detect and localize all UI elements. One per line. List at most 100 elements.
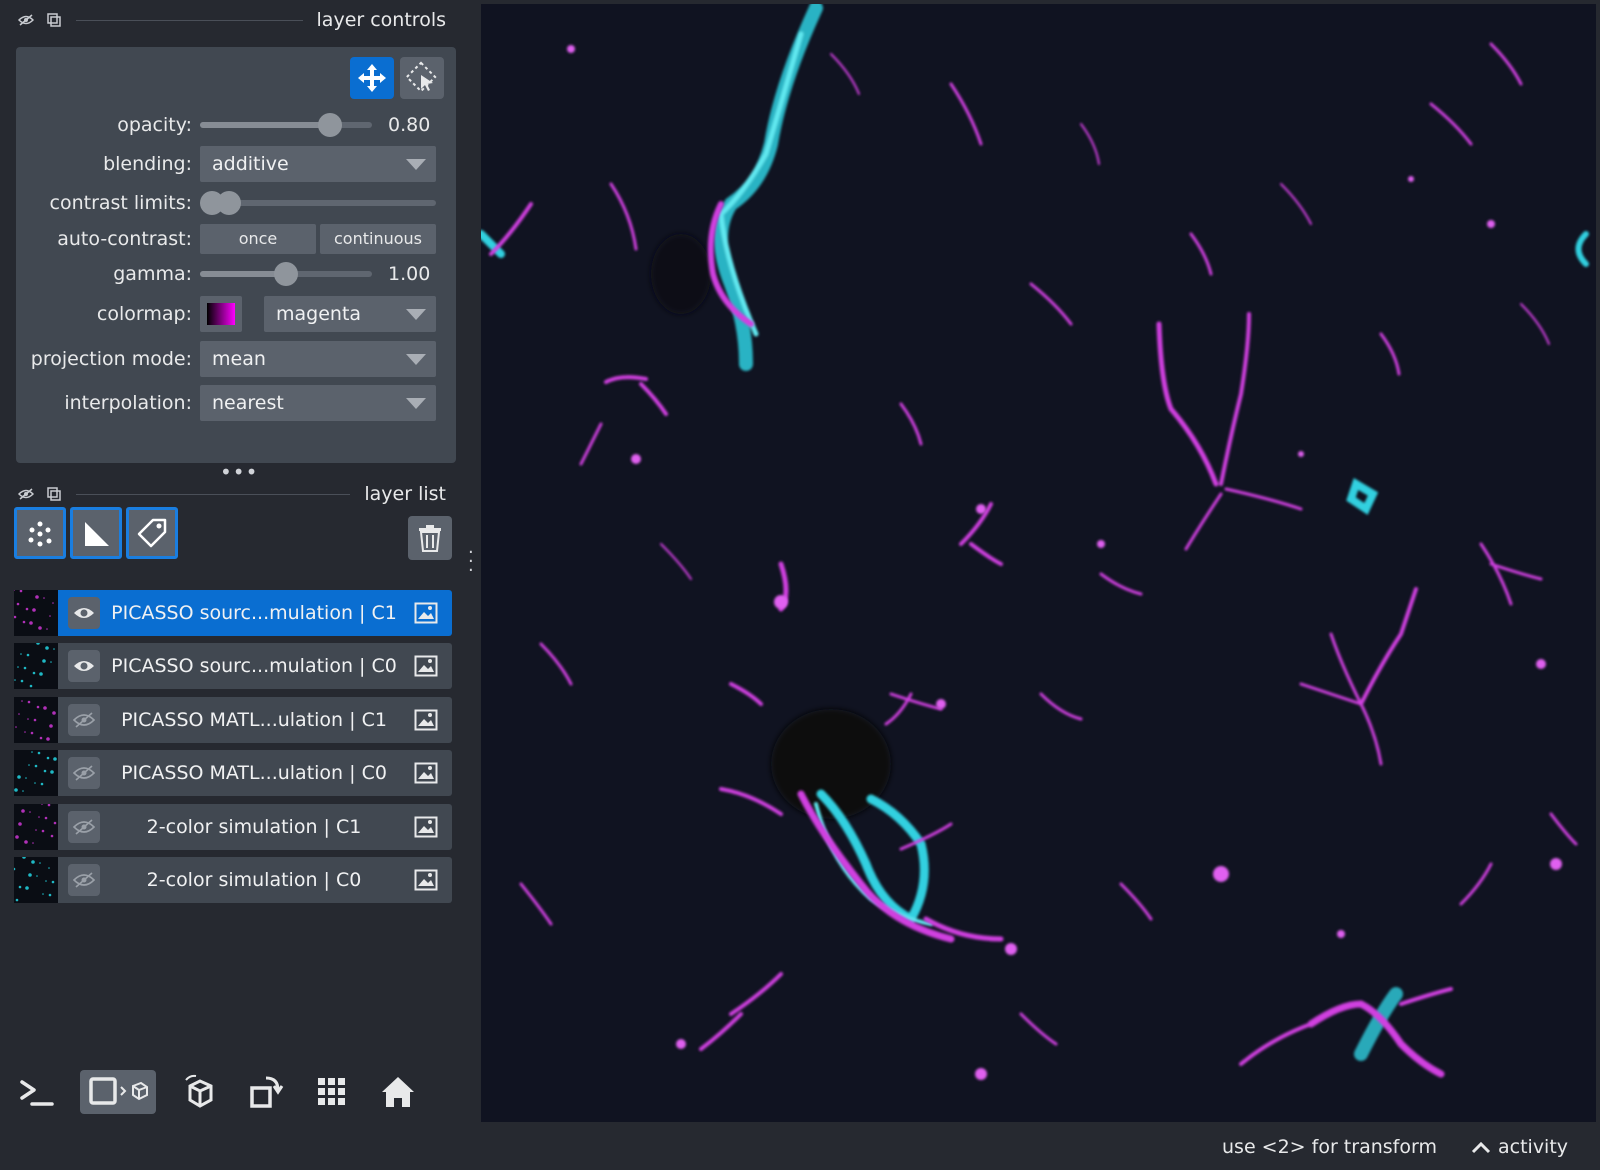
- layer-name[interactable]: PICASSO MATL...ulation | C0: [108, 750, 400, 796]
- console-button[interactable]: [14, 1070, 58, 1114]
- layer-row[interactable]: PICASSO sourc...mulation | C0: [14, 643, 452, 689]
- opacity-label: opacity:: [117, 114, 192, 136]
- toggle-ndisplay-button[interactable]: [80, 1070, 156, 1114]
- opacity-slider-handle[interactable]: [318, 113, 343, 137]
- opacity-row: opacity: 0.80: [16, 107, 456, 143]
- grid-icon: [318, 1078, 345, 1105]
- layer-name[interactable]: 2-color simulation | C0: [108, 857, 400, 903]
- reset-view-button[interactable]: [376, 1070, 420, 1114]
- points-icon: [28, 521, 52, 547]
- image-layer-icon: [414, 869, 438, 891]
- visibility-toggle[interactable]: [68, 811, 100, 843]
- colormap-preview-button[interactable]: [200, 296, 242, 332]
- colormap-swatch: [207, 303, 235, 325]
- visibility-toggle[interactable]: [68, 650, 100, 682]
- visibility-toggle[interactable]: [68, 864, 100, 896]
- opacity-slider[interactable]: [200, 113, 372, 137]
- roll-dimensions-button[interactable]: [178, 1070, 222, 1114]
- select-transform-icon: [405, 61, 437, 93]
- napari-window: layer controls opacity: 0.80 blending: a…: [0, 0, 1600, 1170]
- visibility-toggle[interactable]: [68, 757, 100, 789]
- vertical-splitter-handle[interactable]: · · ·: [468, 544, 474, 580]
- pan-zoom-mode-button[interactable]: [350, 57, 394, 99]
- layer-item-bar[interactable]: PICASSO MATL...ulation | C0: [58, 750, 452, 796]
- opacity-value: 0.80: [388, 114, 431, 136]
- chevron-down-icon: [406, 159, 426, 170]
- layer-thumbnail: [14, 804, 58, 850]
- grid-view-button[interactable]: [310, 1070, 354, 1114]
- float-panel-icon[interactable]: [40, 480, 68, 508]
- layer-row[interactable]: 2-color simulation | C1: [14, 804, 452, 850]
- layer-thumbnail: [14, 643, 58, 689]
- chevron-up-icon: [1471, 1141, 1491, 1154]
- transpose-dimensions-button[interactable]: [244, 1070, 288, 1114]
- float-panel-icon[interactable]: [40, 6, 68, 34]
- terminal-prompt-icon: [20, 1080, 54, 1106]
- contrast-high-handle[interactable]: [216, 191, 241, 215]
- image-canvas[interactable]: [481, 4, 1596, 1122]
- layer-row[interactable]: PICASSO sourc...mulation | C1: [14, 590, 452, 636]
- layer-name[interactable]: 2-color simulation | C1: [108, 804, 400, 850]
- layer-item-bar[interactable]: 2-color simulation | C0: [58, 857, 452, 903]
- microscopy-image: [481, 4, 1596, 1122]
- layer-thumbnail: [14, 590, 58, 636]
- interpolation-value: nearest: [212, 392, 284, 414]
- blending-dropdown[interactable]: additive: [200, 146, 436, 182]
- eye-icon: [74, 608, 94, 618]
- chevron-down-icon: [406, 398, 426, 409]
- layer-row[interactable]: PICASSO MATL...ulation | C0: [14, 750, 452, 796]
- layer-item-bar[interactable]: PICASSO sourc...mulation | C0: [58, 643, 452, 689]
- colormap-dropdown[interactable]: magenta: [264, 296, 436, 332]
- projection-mode-label: projection mode:: [30, 348, 192, 370]
- layer-row[interactable]: 2-color simulation | C0: [14, 857, 452, 903]
- new-labels-layer-button[interactable]: [126, 507, 178, 559]
- colormap-label: colormap:: [96, 303, 192, 325]
- hide-eye-icon[interactable]: [12, 6, 40, 34]
- auto-contrast-continuous-button[interactable]: continuous: [320, 224, 436, 254]
- colormap-row: colormap: magenta: [16, 296, 456, 332]
- trash-icon: [419, 525, 441, 552]
- eye-closed-icon: [73, 712, 95, 728]
- delete-layer-button[interactable]: [408, 516, 452, 560]
- auto-contrast-label: auto-contrast:: [57, 228, 192, 250]
- image-layer-icon: [414, 762, 438, 784]
- projection-mode-dropdown[interactable]: mean: [200, 341, 436, 377]
- gamma-label: gamma:: [113, 263, 192, 285]
- layer-name[interactable]: PICASSO MATL...ulation | C1: [108, 697, 400, 743]
- gamma-slider-handle[interactable]: [274, 262, 298, 286]
- activity-button[interactable]: activity: [1470, 1136, 1568, 1158]
- colormap-value: magenta: [276, 303, 362, 325]
- gamma-slider[interactable]: [200, 262, 372, 286]
- header-divider: [76, 19, 303, 21]
- image-layer-icon: [414, 816, 438, 838]
- visibility-toggle[interactable]: [68, 597, 100, 629]
- layer-name[interactable]: PICASSO sourc...mulation | C1: [108, 590, 400, 636]
- new-shapes-layer-button[interactable]: [70, 507, 122, 559]
- opacity-slider-fill: [200, 122, 331, 128]
- layer-item-bar[interactable]: 2-color simulation | C1: [58, 804, 452, 850]
- home-icon: [382, 1077, 414, 1107]
- layer-row[interactable]: PICASSO MATL...ulation | C1: [14, 697, 452, 743]
- layer-name[interactable]: PICASSO sourc...mulation | C0: [108, 643, 400, 689]
- blending-row: blending: additive: [16, 146, 456, 182]
- eye-icon: [74, 661, 94, 671]
- move-arrows-icon: [358, 64, 386, 92]
- layer-item-bar[interactable]: PICASSO sourc...mulation | C1: [58, 590, 452, 636]
- interpolation-dropdown[interactable]: nearest: [200, 385, 436, 421]
- layer-item-bar[interactable]: PICASSO MATL...ulation | C1: [58, 697, 452, 743]
- visibility-toggle[interactable]: [68, 704, 100, 736]
- hide-eye-icon[interactable]: [12, 480, 40, 508]
- eye-closed-icon: [73, 765, 95, 781]
- gamma-row: gamma: 1.00: [16, 256, 456, 292]
- contrast-limits-slider[interactable]: [200, 191, 436, 215]
- layer-thumbnail: [14, 697, 58, 743]
- eye-closed-icon: [73, 819, 95, 835]
- layer-list-title: layer list: [364, 483, 446, 505]
- eye-closed-icon: [73, 872, 95, 888]
- status-hint: use <2> for transform: [1222, 1136, 1437, 1158]
- gamma-value: 1.00: [388, 263, 431, 285]
- auto-contrast-once-button[interactable]: once: [200, 224, 316, 254]
- transform-mode-button[interactable]: [400, 57, 444, 99]
- chevron-down-icon: [406, 309, 426, 320]
- new-points-layer-button[interactable]: [14, 507, 66, 559]
